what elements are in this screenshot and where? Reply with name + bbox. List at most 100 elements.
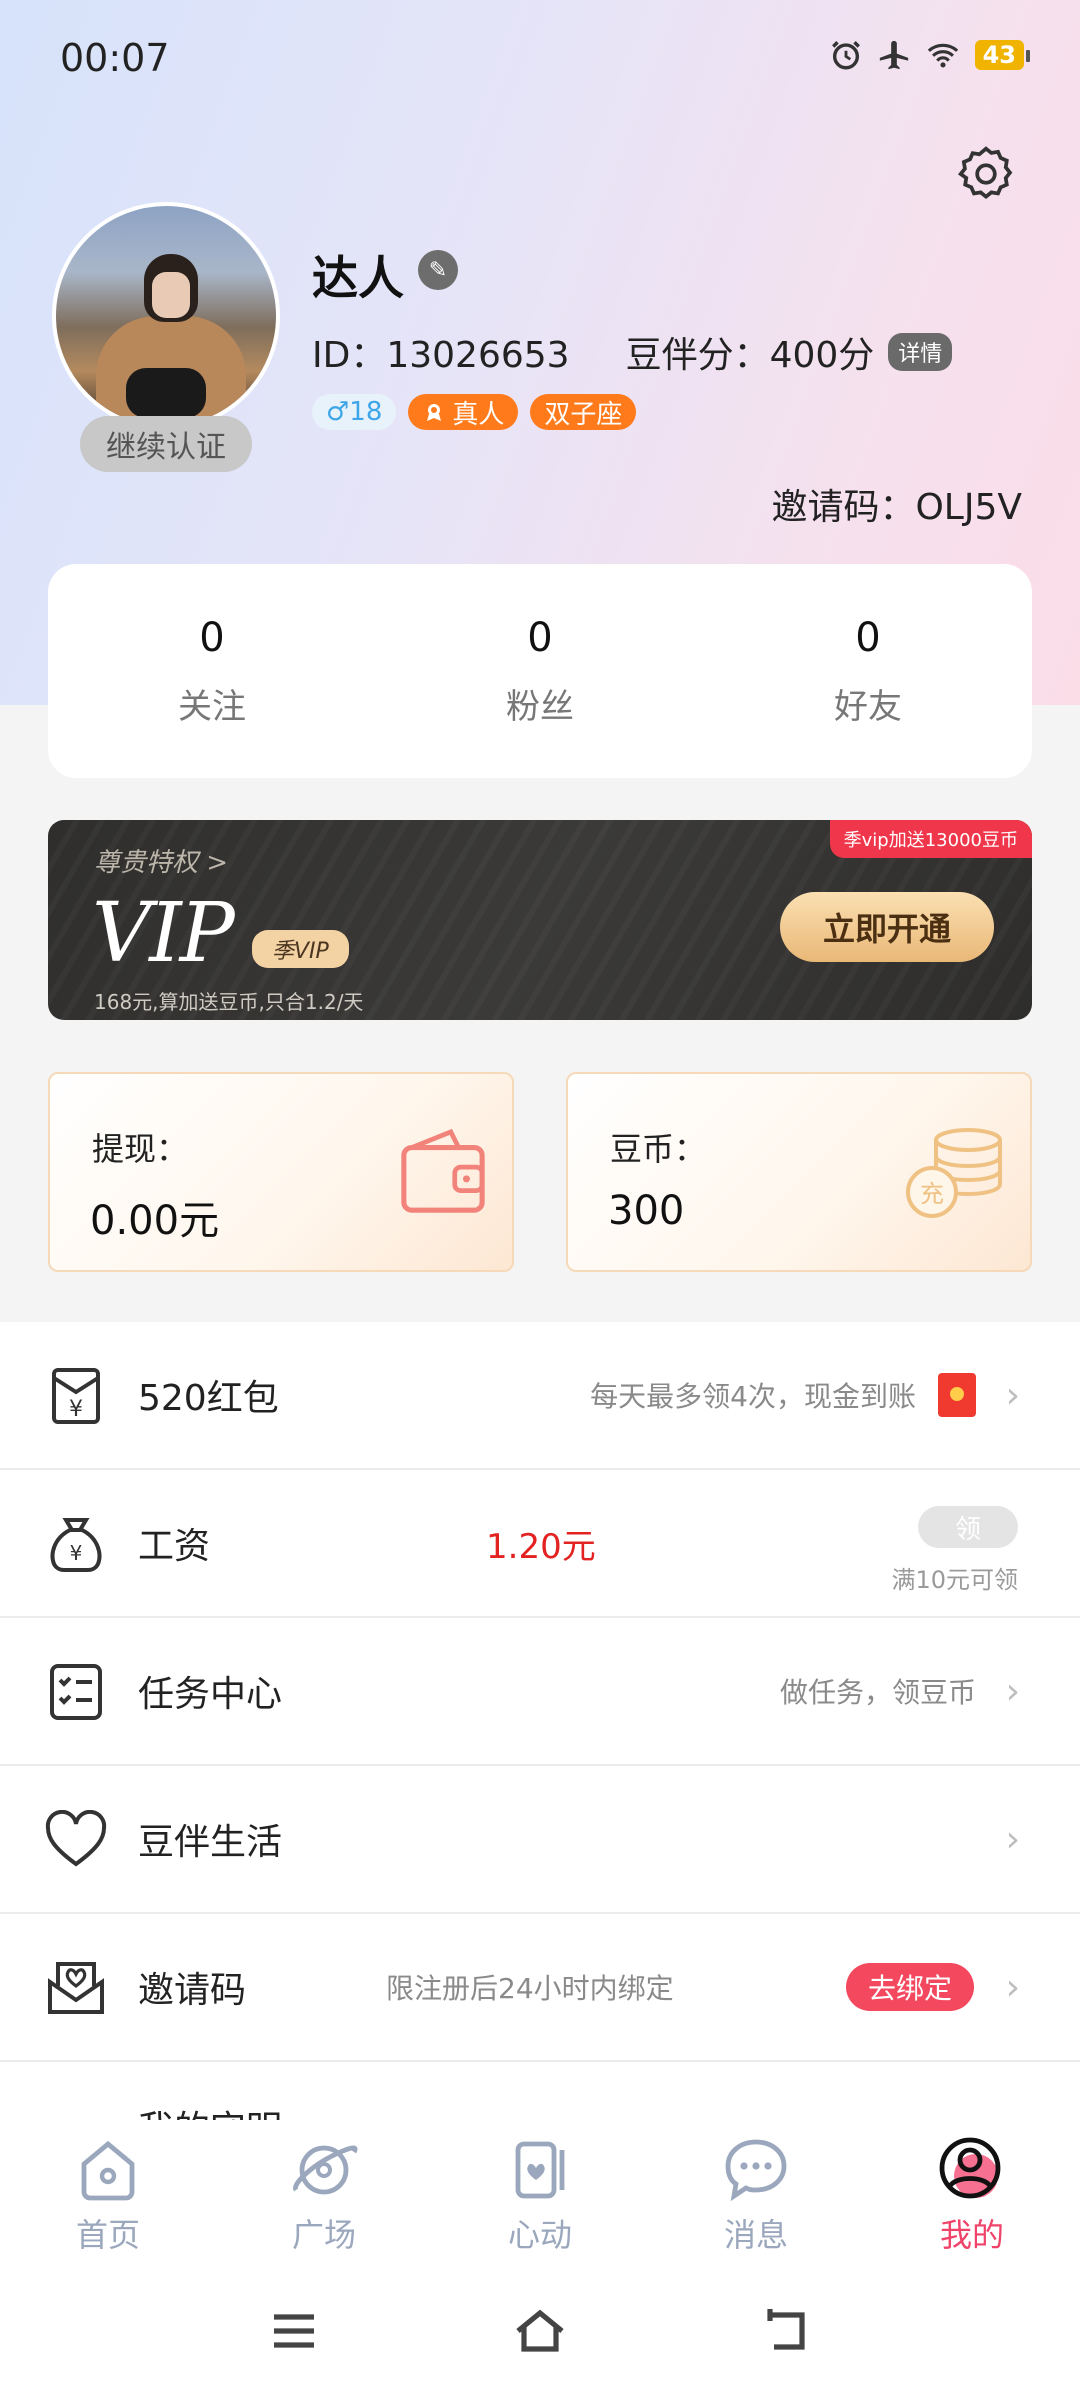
menu-redpacket-title: 520红包 [138, 1378, 279, 1419]
go-bind-button[interactable]: 去绑定 [846, 1963, 974, 2011]
settings-gear-icon[interactable] [954, 142, 1018, 206]
chevron-right-icon: › [1005, 1818, 1020, 1860]
alarm-icon [831, 41, 860, 70]
tab-home[interactable]: 首页 [0, 2120, 216, 2274]
chevron-right-icon: › [1005, 1670, 1020, 1712]
menu-partial-title: 我的守明 [138, 2100, 282, 2122]
stat-fans-label: 粉丝 [506, 686, 574, 727]
withdraw-card[interactable]: 提现： 0.00元 [48, 1072, 514, 1272]
username: 达人 [312, 251, 404, 305]
svg-text:¥: ¥ [70, 1541, 83, 1565]
menu-invite-title: 邀请码 [138, 1970, 247, 2011]
menu-item-life[interactable]: 豆伴生活 › [0, 1766, 1080, 1914]
status-time: 00:07 [60, 36, 170, 80]
menu-invite-hint: 限注册后24小时内绑定 [386, 1972, 674, 2005]
stat-fans[interactable]: 0 粉丝 [376, 564, 704, 778]
menu-tasks-title: 任务中心 [138, 1674, 283, 1715]
chevron-right-icon: › [1005, 1966, 1020, 2008]
home-icon [81, 2140, 135, 2201]
system-navigation-bar [0, 2274, 1080, 2388]
stats-card: 0 关注 0 粉丝 0 好友 [48, 564, 1032, 778]
money-bag-icon: ¥ [50, 1518, 102, 1572]
chevron-right-icon: › [1005, 1374, 1020, 1416]
task-list-icon [50, 1664, 102, 1720]
bottom-tab-bar: 首页 广场 心动 消息 我的 [0, 2120, 1080, 2274]
tab-home-label: 首页 [75, 2216, 140, 2254]
wallet-icon [401, 1128, 485, 1213]
douban-score: 豆伴分：400分 [625, 335, 875, 376]
tab-messages-label: 消息 [723, 2216, 788, 2254]
withdraw-label: 提现： [92, 1130, 189, 1168]
real-person-label: 真人 [452, 399, 505, 430]
tab-mine-label: 我的 [939, 2216, 1004, 2254]
user-id: ID：13026653 [312, 335, 570, 376]
badge-icon [427, 404, 442, 421]
withdraw-value: 0.00元 [90, 1198, 220, 1244]
tab-heartbeat[interactable]: 心动 [432, 2120, 648, 2274]
status-bar: 00:07 43 [0, 0, 1080, 120]
vip-promo-badge: 季vip加送13000豆币 [829, 820, 1032, 858]
profile-icon [939, 2137, 1001, 2199]
stat-following[interactable]: 0 关注 [48, 564, 376, 778]
menu-item-tasks[interactable]: 任务中心 做任务，领豆币 › [0, 1618, 1080, 1766]
home-nav-icon[interactable] [512, 2303, 568, 2359]
menu-tasks-hint: 做任务，领豆币 [779, 1676, 976, 1709]
menu-item-invite[interactable]: 邀请码 限注册后24小时内绑定 去绑定 › [0, 1914, 1080, 2062]
vip-title: VIP [92, 886, 235, 981]
tab-heartbeat-label: 心动 [507, 2216, 572, 2254]
coins-value: 300 [608, 1188, 685, 1234]
vip-description: 168元,算加送豆币,只合1.2/天 [94, 990, 364, 1014]
stat-friends[interactable]: 0 好友 [704, 564, 1032, 778]
tab-messages[interactable]: 消息 [648, 2120, 864, 2274]
tab-mine[interactable]: 我的 [864, 2120, 1080, 2274]
coins-label: 豆币： [610, 1130, 707, 1168]
back-icon[interactable] [758, 2303, 814, 2359]
cards-heart-icon [515, 2141, 565, 2199]
menu-item-salary[interactable]: ¥ 工资 1.20元 领 满10元可领 [0, 1470, 1080, 1618]
stat-following-label: 关注 [178, 686, 246, 727]
vip-open-button[interactable]: 立即开通 [780, 892, 994, 962]
id-score-line: ID：13026653 豆伴分：400分 详情 [312, 326, 953, 378]
stat-friends-count: 0 [855, 614, 881, 661]
zodiac-tag: 双子座 [530, 394, 637, 430]
invite-envelope-icon [48, 1962, 104, 2014]
claim-salary-button[interactable]: 领 [918, 1506, 1018, 1548]
profile-tags: ♂18 真人 双子座 [312, 394, 637, 430]
invite-code-display: 邀请码：OLJ5V [771, 487, 1022, 528]
tab-square-label: 广场 [291, 2216, 356, 2254]
battery-indicator: 43 [974, 40, 1031, 70]
menu-item-partial[interactable]: 我的守明 [0, 2062, 1080, 2122]
season-vip-badge: 季VIP [252, 930, 349, 968]
heart-icon [45, 1810, 107, 1867]
svg-text:¥: ¥ [69, 1397, 83, 1422]
wifi-icon [927, 43, 958, 68]
claim-note: 满10元可领 [891, 1566, 1018, 1594]
continue-verify-button[interactable]: 继续认证 [80, 416, 252, 472]
chat-icon [725, 2139, 787, 2202]
recharge-icon-text: 充 [920, 1180, 944, 1208]
red-packet-icon [938, 1373, 976, 1417]
tab-square[interactable]: 广场 [216, 2120, 432, 2274]
menu-salary-title: 工资 [138, 1526, 211, 1567]
menu-item-redpacket[interactable]: ¥ 520红包 每天最多领4次，现金到账 › [0, 1322, 1080, 1470]
stat-friends-label: 好友 [834, 686, 902, 727]
stat-following-count: 0 [199, 614, 225, 661]
coins-card[interactable]: 豆币： 300 充 [566, 1072, 1032, 1272]
score-detail-button[interactable]: 详情 [888, 333, 953, 371]
menu-icon[interactable] [266, 2303, 322, 2359]
salary-value: 1.20元 [486, 1526, 596, 1567]
vip-privilege-link[interactable]: 尊贵特权 > [94, 842, 228, 879]
menu-list: ¥ 520红包 每天最多领4次，现金到账 › ¥ 工资 1.20元 领 满10元… [0, 1322, 1080, 2122]
gender-age-tag: ♂18 [312, 394, 397, 430]
vip-banner[interactable]: 尊贵特权 > VIP 季VIP 168元,算加送豆币,只合1.2/天 季vip加… [48, 820, 1032, 1020]
edit-pencil-icon[interactable]: ✎ [418, 250, 458, 290]
red-envelope-icon: ¥ [52, 1368, 100, 1424]
real-person-tag: 真人 [408, 394, 519, 430]
menu-redpacket-hint: 每天最多领4次，现金到账 [590, 1380, 916, 1413]
status-icons: 43 [829, 38, 1031, 72]
avatar[interactable] [52, 202, 280, 430]
planet-icon [293, 2145, 358, 2195]
coin-stack-icon: 充 [906, 1128, 1002, 1218]
stat-fans-count: 0 [527, 614, 553, 661]
menu-life-title: 豆伴生活 [138, 1822, 283, 1863]
